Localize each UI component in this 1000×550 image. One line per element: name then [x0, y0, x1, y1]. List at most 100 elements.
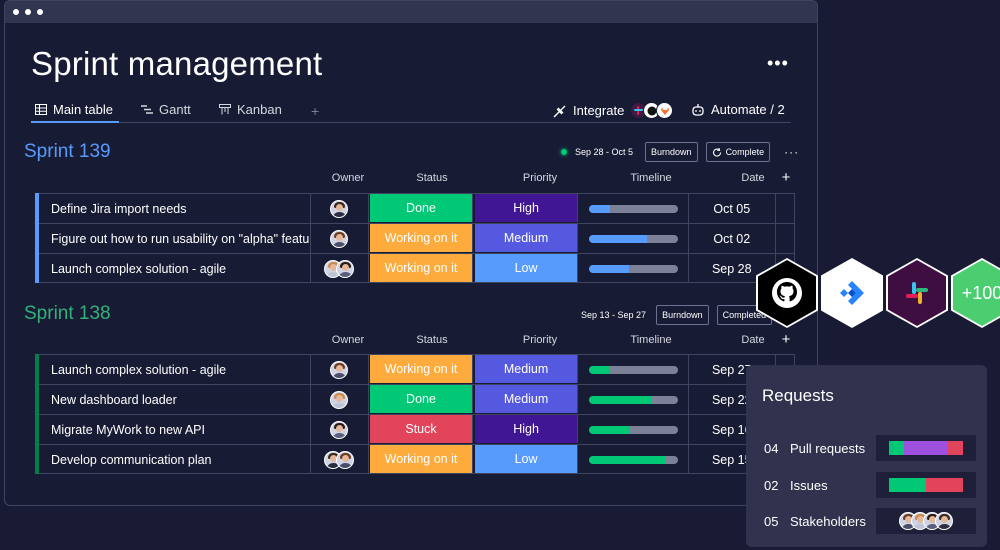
priority-cell[interactable]: Medium — [475, 385, 579, 413]
date-cell[interactable]: Oct 05 — [689, 194, 776, 223]
date-cell[interactable]: Oct 02 — [689, 224, 776, 253]
timeline-cell[interactable] — [579, 224, 689, 253]
column-header-timeline[interactable]: Timeline — [594, 334, 708, 346]
add-column-button[interactable]: + — [779, 169, 793, 186]
status-cell[interactable]: Done — [369, 385, 474, 413]
burndown-button[interactable]: Burndown — [656, 305, 709, 325]
item-name[interactable]: Figure out how to run usability on "alph… — [35, 224, 311, 253]
item-name[interactable]: Define Jira import needs — [35, 194, 311, 223]
avatar[interactable] — [330, 420, 349, 439]
integrate-label: Integrate — [573, 103, 625, 118]
item-name[interactable]: Launch complex solution - agile — [35, 254, 311, 283]
stakeholder-avatars — [876, 508, 976, 534]
timeline-cell[interactable] — [579, 445, 689, 474]
column-header-status[interactable]: Status — [378, 334, 486, 346]
column-header-status[interactable]: Status — [378, 172, 486, 184]
view-tabs: Main table Gantt Kanban + Integrate Auto… — [31, 99, 791, 123]
jira-hexagon[interactable] — [821, 258, 883, 328]
table-row[interactable]: Launch complex solution - agile Working o… — [35, 253, 795, 283]
github-hexagon[interactable] — [756, 258, 818, 328]
owner-cell[interactable] — [311, 445, 369, 474]
priority-cell[interactable]: Medium — [475, 224, 579, 252]
column-header-priority[interactable]: Priority — [486, 172, 594, 184]
request-row-issues[interactable]: 02 Issues — [764, 472, 976, 498]
timeline-cell[interactable] — [579, 385, 689, 414]
table-row[interactable]: New dashboard loader Done Medium Sep 22 — [35, 384, 795, 415]
item-name[interactable]: Develop communication plan — [35, 445, 311, 474]
integration-hexagons: +100 — [756, 258, 1000, 328]
slack-hexagon[interactable] — [886, 258, 948, 328]
more-integrations-hexagon[interactable]: +100 — [951, 258, 1000, 328]
item-name[interactable]: Launch complex solution - agile — [35, 355, 311, 384]
table-row[interactable]: Develop communication plan Working on it L… — [35, 444, 795, 474]
complete-label: Complete — [725, 147, 765, 157]
item-name[interactable]: New dashboard loader — [35, 385, 311, 414]
group-menu-button[interactable]: ··· — [784, 145, 799, 159]
window-dot[interactable] — [25, 9, 31, 15]
timeline-cell[interactable] — [579, 254, 689, 283]
table-row[interactable]: Figure out how to run usability on "alph… — [35, 223, 795, 254]
active-tab-indicator — [31, 121, 119, 123]
avatar[interactable] — [336, 259, 355, 278]
avatar[interactable] — [935, 512, 953, 530]
status-cell[interactable]: Working on it — [369, 224, 474, 252]
request-row-pull-requests[interactable]: 04 Pull requests — [764, 435, 976, 461]
avatar[interactable] — [336, 450, 355, 469]
window-dot[interactable] — [13, 9, 19, 15]
priority-cell[interactable]: Medium — [475, 355, 579, 383]
column-header-priority[interactable]: Priority — [486, 334, 594, 346]
integrate-button[interactable]: Integrate — [553, 102, 674, 119]
priority-cell[interactable]: High — [475, 415, 579, 443]
avatar[interactable] — [330, 390, 349, 409]
priority-cell[interactable]: Low — [475, 254, 579, 282]
status-cell[interactable]: Working on it — [369, 355, 474, 383]
owner-avatars — [330, 360, 349, 379]
status-cell[interactable]: Working on it — [369, 445, 474, 473]
burndown-button[interactable]: Burndown — [645, 142, 698, 162]
table-row[interactable]: Launch complex solution - agile Working o… — [35, 354, 795, 385]
timeline-track — [589, 204, 679, 213]
status-cell[interactable]: Stuck — [369, 415, 474, 443]
tab-main-table[interactable]: Main table — [35, 102, 113, 117]
table-row[interactable]: Migrate MyWork to new API Stuck High Sep 16 — [35, 414, 795, 445]
github-icon — [771, 277, 803, 309]
priority-cell[interactable]: High — [475, 194, 579, 222]
tab-label: Gantt — [159, 102, 191, 117]
avatar[interactable] — [330, 229, 349, 248]
item-name[interactable]: Migrate MyWork to new API — [35, 415, 311, 444]
status-cell[interactable]: Done — [369, 194, 474, 222]
group-color-bar — [35, 253, 39, 283]
add-view-button[interactable]: + — [311, 103, 319, 119]
avatar-group[interactable] — [899, 512, 953, 530]
request-row-stakeholders[interactable]: 05 Stakeholders — [764, 508, 976, 534]
robot-icon — [691, 103, 705, 117]
complete-button[interactable]: Complete — [705, 142, 771, 162]
board-more-button[interactable]: ••• — [767, 53, 789, 74]
owner-cell[interactable] — [311, 385, 369, 414]
tab-kanban[interactable]: Kanban — [219, 102, 282, 117]
column-header-owner[interactable]: Owner — [318, 334, 378, 346]
owner-cell[interactable] — [311, 224, 369, 253]
window-dot[interactable] — [37, 9, 43, 15]
owner-cell[interactable] — [311, 415, 369, 444]
avatar[interactable] — [330, 360, 349, 379]
owner-cell[interactable] — [311, 194, 369, 223]
sprint-138-meta: Sep 13 - Sep 27 Burndown Completed — [581, 305, 773, 325]
timeline-cell[interactable] — [579, 355, 689, 384]
timeline-cell[interactable] — [579, 415, 689, 444]
add-column-button[interactable]: + — [779, 331, 793, 348]
tab-gantt[interactable]: Gantt — [141, 102, 191, 117]
automate-button[interactable]: Automate / 2 — [691, 102, 785, 117]
column-header-owner[interactable]: Owner — [318, 172, 378, 184]
status-cell[interactable]: Working on it — [369, 254, 474, 282]
group-title-sprint-139[interactable]: Sprint 139 — [24, 141, 111, 163]
table-row[interactable]: Define Jira import needs Done High Oct 05 — [35, 193, 795, 224]
avatar[interactable] — [330, 199, 349, 218]
priority-cell[interactable]: Low — [475, 445, 579, 473]
owner-cell[interactable] — [311, 254, 369, 283]
column-header-timeline[interactable]: Timeline — [594, 172, 708, 184]
owner-cell[interactable] — [311, 355, 369, 384]
group-title-sprint-138[interactable]: Sprint 138 — [24, 303, 111, 325]
group-color-bar — [35, 223, 39, 254]
timeline-cell[interactable] — [579, 194, 689, 223]
